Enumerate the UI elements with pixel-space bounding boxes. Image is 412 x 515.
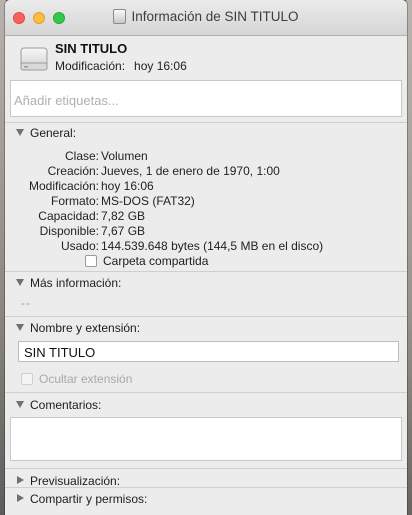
info-value: 7,82 GB	[101, 209, 146, 223]
window-title-wrap: Información de SIN TITULO	[5, 9, 407, 24]
info-key: Usado:	[60, 239, 99, 253]
disclosure-triangle-expanded-icon[interactable]	[16, 279, 24, 286]
tags-field-box	[10, 80, 402, 117]
volume-name: SIN TITULO	[55, 41, 128, 56]
shared-folder-row[interactable]: Carpeta compartida	[85, 254, 208, 268]
hide-extension-checkbox	[21, 373, 33, 385]
modified-row: Modificación: hoy 16:06	[55, 59, 187, 73]
section-general-header[interactable]: General:	[16, 126, 76, 140]
divider	[5, 122, 407, 123]
disclosure-triangle-expanded-icon[interactable]	[16, 401, 24, 408]
comments-textarea[interactable]	[11, 418, 401, 460]
info-key: Formato:	[50, 194, 99, 208]
section-comments-label: Comentarios:	[30, 398, 102, 412]
comments-box	[10, 417, 402, 461]
section-name-ext-header[interactable]: Nombre y extensión:	[16, 321, 140, 335]
disclosure-triangle-collapsed-icon[interactable]	[17, 494, 24, 502]
info-key: Clase:	[64, 149, 99, 163]
section-comments-header[interactable]: Comentarios:	[16, 398, 101, 412]
info-value: hoy 16:06	[101, 179, 154, 193]
divider	[5, 487, 407, 488]
section-more-info-label: Más información:	[30, 276, 122, 290]
disclosure-triangle-collapsed-icon[interactable]	[17, 476, 24, 484]
info-value: Jueves, 1 de enero de 1970, 1:00	[101, 164, 280, 178]
info-key: Modificación:	[28, 179, 99, 193]
info-value: 7,67 GB	[101, 224, 146, 238]
section-preview-header[interactable]: Previsualización:	[16, 474, 120, 488]
section-preview-label: Previsualización:	[30, 474, 121, 488]
title-bar[interactable]: Información de SIN TITULO	[5, 0, 407, 36]
section-name-ext-label: Nombre y extensión:	[30, 321, 141, 335]
name-input[interactable]	[19, 342, 398, 361]
drive-icon	[113, 9, 127, 24]
info-value: MS-DOS (FAT32)	[101, 194, 195, 208]
info-value: 144.539.648 bytes (144,5 MB en el disco)	[101, 239, 324, 253]
section-general-label: General:	[30, 126, 77, 140]
section-sharing-label: Compartir y permisos:	[30, 492, 148, 506]
info-value: Volumen	[101, 149, 148, 163]
disclosure-triangle-expanded-icon[interactable]	[16, 129, 24, 136]
divider	[5, 316, 407, 317]
tags-input[interactable]	[11, 81, 401, 116]
external-drive-icon	[20, 47, 48, 71]
section-more-info-header[interactable]: Más información:	[16, 276, 121, 290]
name-field-box	[18, 341, 399, 362]
shared-folder-checkbox[interactable]	[85, 255, 97, 267]
disclosure-triangle-expanded-icon[interactable]	[16, 324, 24, 331]
hide-extension-row: Ocultar extensión	[21, 372, 132, 386]
info-key: Capacidad:	[38, 209, 99, 223]
info-key: Creación:	[47, 164, 99, 178]
modified-label: Modificación:	[55, 59, 126, 73]
divider	[5, 468, 407, 469]
hide-extension-label: Ocultar extensión	[39, 372, 133, 386]
info-key: Disponible:	[39, 224, 99, 238]
divider	[5, 271, 407, 272]
info-window: Información de SIN TITULO SIN TITULO Mod…	[5, 0, 407, 515]
info-header: SIN TITULO Modificación: hoy 16:06	[5, 36, 407, 78]
window-title: Información de SIN TITULO	[131, 9, 299, 24]
shared-folder-label: Carpeta compartida	[103, 254, 209, 268]
section-sharing-header[interactable]: Compartir y permisos:	[16, 492, 147, 506]
divider	[5, 392, 407, 393]
more-info-value: --	[21, 296, 31, 310]
modified-value: hoy 16:06	[134, 59, 187, 73]
